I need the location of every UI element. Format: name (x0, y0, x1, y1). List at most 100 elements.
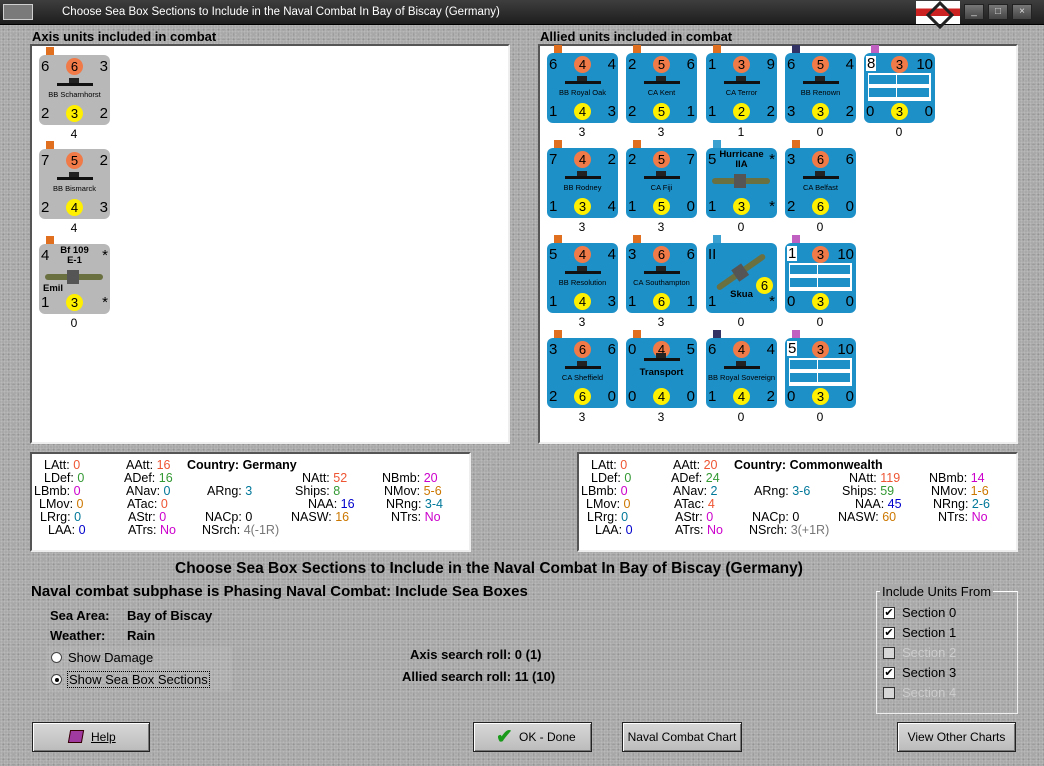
section-checkbox[interactable]: ✔ (883, 607, 895, 619)
unit-attack-circle: 5 (66, 152, 83, 169)
unit-counter[interactable]: 1 10 0 0 3 3 (785, 235, 856, 313)
show-damage-option[interactable]: Show Damage (47, 647, 232, 669)
section-checkbox (883, 687, 895, 699)
unit-counter[interactable]: 3 6 2 0 6 6 CA Sheffield (547, 330, 618, 408)
unit-counter[interactable]: 0 5 0 0 4 4 Transport (626, 330, 697, 408)
minimize-icon[interactable]: _ (964, 4, 984, 20)
section-checkbox[interactable]: ✔ (883, 667, 895, 679)
ok-done-button[interactable]: ✔ OK - Done (473, 722, 592, 752)
unit-stat-top-right: 6 (686, 56, 695, 73)
unit-defense-circle: 6 (653, 293, 670, 310)
show-damage-label: Show Damage (68, 650, 154, 665)
show-damage-radio[interactable] (51, 652, 62, 663)
unit-stat-top-left: 6 (787, 56, 796, 73)
unit-stat-top-left: 5 (787, 340, 798, 357)
unit-counter[interactable]: 5 4 1 3 4 4 BB Resolution (547, 235, 618, 313)
window-icon[interactable] (3, 4, 33, 20)
unit-attack-circle: 3 (891, 56, 908, 73)
show-sections-option[interactable]: Show Sea Box Sections (47, 669, 232, 691)
section-checkbox-row[interactable]: ✔ Section 1 (881, 624, 1011, 642)
unit-counter[interactable]: 6 3 2 2 3 6 BB Scharnhorst (39, 47, 110, 125)
unit-stat-bottom-right: 0 (607, 388, 616, 405)
unit-stat-bottom-right: 1 (686, 103, 695, 120)
unit-counter[interactable]: 1 9 1 2 2 3 CA Terror (706, 45, 777, 123)
unit-counter[interactable]: 6 4 1 2 4 4 BB Royal Sovereign (706, 330, 777, 408)
warship-icon (803, 75, 839, 84)
unit-counter[interactable]: 4 * 1 * 3 Bf 109 E-1 Emil (39, 236, 110, 314)
window-title: Choose Sea Box Sections to Include in th… (62, 6, 500, 18)
unit-defense-circle: 3 (574, 198, 591, 215)
unit-marker-icon (713, 330, 721, 338)
unit-stat-bottom-right: 1 (686, 293, 695, 310)
title-bar: Choose Sea Box Sections to Include in th… (0, 0, 1044, 25)
view-other-charts-button[interactable]: View Other Charts (897, 722, 1016, 752)
check-icon: ✔ (496, 726, 513, 748)
unit-stat-bottom-right: 3 (607, 293, 616, 310)
sea-area-value: Bay of Biscay (127, 608, 213, 623)
unit-stat-bottom-left: 1 (708, 388, 717, 405)
maximize-icon[interactable]: □ (988, 4, 1008, 20)
subphase-heading: Naval combat subphase is Phasing Naval C… (31, 583, 528, 600)
naval-combat-chart-button[interactable]: Naval Combat Chart (622, 722, 742, 752)
unit-count: 3 (657, 125, 665, 139)
unit-counter[interactable]: 3 6 1 1 6 6 CA Southampton (626, 235, 697, 313)
unit-stat-bottom-left: 3 (787, 103, 796, 120)
unit-stat-top-right: 6 (607, 341, 616, 358)
unit-attack-circle: 5 (653, 56, 670, 73)
unit-attack-circle: 5 (812, 56, 829, 73)
unit-name: BB Scharnhorst (48, 90, 101, 99)
unit-attack-circle: 6 (66, 58, 83, 75)
unit-stat-bottom-left: 1 (708, 103, 717, 120)
unit-counter[interactable]: 3 6 2 0 6 6 CA Belfast (785, 140, 856, 218)
section-checkbox-row[interactable]: ✔ Section 3 (881, 664, 1011, 682)
unit-counter[interactable]: 5 * 1 * 3 Hurricane IIA (706, 140, 777, 218)
unit-stat-top-left: 5 (549, 246, 558, 263)
unit-stat-bottom-left: 0 (866, 103, 875, 120)
help-button[interactable]: Help (32, 722, 150, 752)
unit-counter[interactable]: 2 7 1 0 5 5 CA Fiji (626, 140, 697, 218)
unit-name: CA Southampton (633, 278, 690, 287)
unit-counter[interactable]: 7 2 2 3 4 5 BB Bismarck (39, 141, 110, 219)
plane-name-line2: IIA (735, 159, 748, 170)
unit-stat-bottom-right: 0 (686, 388, 695, 405)
unit-counter[interactable]: 6 4 1 3 4 4 BB Royal Oak (547, 45, 618, 123)
unit-stat-bottom-left: 1 (549, 293, 558, 310)
unit-stat-top-right: 6 (686, 246, 695, 263)
show-sections-radio[interactable] (51, 674, 62, 685)
section-checkbox-row: Section 2 (881, 644, 1011, 662)
unit-stat-top-right: 7 (686, 151, 695, 168)
unit-stat-bottom-left: 1 (628, 293, 637, 310)
unit-counter[interactable]: 8 10 0 0 3 3 (864, 45, 935, 123)
unit-stat-top-left: 7 (41, 152, 50, 169)
ok-label: OK - Done (519, 730, 576, 744)
unit-stat-bottom-left: 0 (787, 388, 796, 405)
unit-defense-circle: 4 (574, 103, 591, 120)
section-checkbox-row[interactable]: ✔ Section 0 (881, 604, 1011, 622)
unit-stat-bottom-left: 2 (41, 199, 50, 216)
unit-stat-top-left: 2 (628, 151, 637, 168)
unit-stat-top-right: 10 (916, 56, 933, 73)
unit-counter[interactable]: 5 10 0 0 3 3 (785, 330, 856, 408)
unit-counter[interactable]: 2 6 2 1 5 5 CA Kent (626, 45, 697, 123)
unit-count: 3 (578, 315, 586, 329)
unit-attack-circle: 6 (574, 341, 591, 358)
unit-count: 0 (737, 315, 745, 329)
warship-icon (565, 170, 601, 179)
weather-value: Rain (127, 628, 156, 643)
unit-counter[interactable]: II 1 * 6 Skua (706, 235, 777, 313)
unit-name: BB Rodney (563, 183, 602, 192)
unit-count: 0 (737, 220, 745, 234)
unit-defense-circle: 4 (66, 199, 83, 216)
unit-stat-bottom-left: 1 (549, 198, 558, 215)
unit-counter[interactable]: 6 4 3 2 3 5 BB Renown (785, 45, 856, 123)
close-icon[interactable]: × (1012, 4, 1032, 20)
section-checkbox[interactable]: ✔ (883, 627, 895, 639)
unit-counter[interactable]: 7 2 1 4 3 4 BB Rodney (547, 140, 618, 218)
unit-name: CA Sheffield (561, 373, 604, 382)
unit-stat-top-left: 0 (628, 341, 637, 358)
unit-marker-icon (713, 45, 721, 53)
warship-icon (724, 360, 760, 369)
unit-name: BB Resolution (558, 278, 607, 287)
unit-stat-bottom-right: 2 (99, 105, 108, 122)
german-flag-icon (916, 1, 960, 24)
